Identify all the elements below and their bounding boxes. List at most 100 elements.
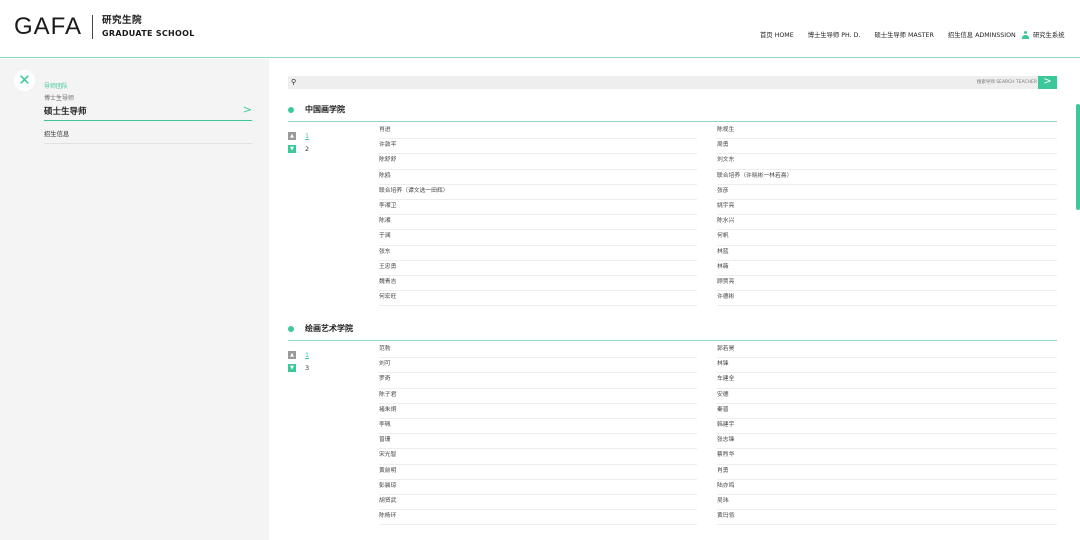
scrollbar[interactable]: [1076, 104, 1080, 210]
table-row: 联合培养（谭文选一田辉） 张彦: [379, 185, 1057, 200]
teacher-name[interactable]: 肖勇: [717, 465, 1057, 480]
pager: ▲ 1 ▼ 2: [288, 129, 318, 155]
logo-en: GRADUATE SCHOOL: [102, 29, 195, 38]
teacher-name[interactable]: 黄前明: [379, 465, 697, 480]
teacher-name[interactable]: 褚朱炯: [379, 404, 697, 419]
sidebar-item-admission[interactable]: 招生信息: [44, 129, 252, 144]
teacher-name[interactable]: 陈子君: [379, 389, 697, 404]
teacher-name[interactable]: 魏青吉: [379, 276, 697, 292]
teacher-name[interactable]: 黄玛瓴: [717, 510, 1057, 526]
page-number[interactable]: 1: [305, 351, 309, 359]
teacher-name[interactable]: 安德: [717, 389, 1057, 404]
teacher-name[interactable]: 曾珊: [379, 434, 697, 450]
table-row: 胡贤武 吴玮: [379, 495, 1057, 511]
sidebar-item-phd[interactable]: 博士生导师: [44, 93, 252, 102]
teacher-name[interactable]: 韩建宇: [717, 419, 1057, 435]
nav-phd[interactable]: 博士生导师 PH. D.: [808, 30, 861, 39]
department-name: 中国画学院: [305, 105, 345, 114]
search-input[interactable]: [302, 76, 1037, 89]
teacher-name[interactable]: 于澜: [379, 230, 697, 246]
teacher-name[interactable]: 范勃: [379, 343, 697, 359]
teacher-name[interactable]: 李湘卫: [379, 200, 697, 216]
teacher-name[interactable]: 张志锋: [717, 434, 1057, 450]
teacher-name[interactable]: 何宏旺: [379, 291, 697, 307]
table-row: 陈杨环 黄玛瓴: [379, 510, 1057, 526]
sidebar: ✕ 导师团队 博士生导师 硕士生导师 > 招生信息: [0, 59, 269, 540]
teacher-name[interactable]: 联合培养（许晓彬一林若熹）: [717, 170, 1057, 185]
teacher-name[interactable]: 刘文东: [717, 154, 1057, 170]
teacher-name[interactable]: 张彦: [717, 185, 1057, 200]
teacher-name[interactable]: 刘可: [379, 358, 697, 374]
teacher-name[interactable]: 彭晨琼: [379, 480, 697, 495]
table-row: 陈鸥 联合培养（许晓彬一林若熹）: [379, 170, 1057, 185]
table-row: 李珮 韩建宇: [379, 419, 1057, 435]
teacher-name[interactable]: 顾贾亮: [717, 276, 1057, 292]
logo-mark: GAFA: [14, 13, 83, 40]
sidebar-heading[interactable]: 导师团队: [44, 81, 252, 90]
search-icon: ⚲: [291, 78, 297, 86]
teacher-name[interactable]: 陆亦鸣: [717, 480, 1057, 495]
table-row: 彭晨琼 陆亦鸣: [379, 480, 1057, 495]
teacher-name[interactable]: 宋光智: [379, 449, 697, 465]
teacher-name[interactable]: 陈湘: [379, 215, 697, 231]
teacher-name[interactable]: 肖进: [379, 124, 697, 140]
table-row: 许敦平 周勇: [379, 139, 1057, 155]
logo-text: 研究生院 GRADUATE SCHOOL: [102, 15, 195, 39]
table-row: 王忠勇 林薇: [379, 261, 1057, 276]
nav-admission[interactable]: 招生信息 ADMINSSION: [948, 30, 1016, 39]
teacher-name[interactable]: 联合培养（谭文选一田辉）: [379, 185, 697, 200]
teacher-name[interactable]: 陈视生: [717, 124, 1057, 140]
top-nav: 首页 HOME 博士生导师 PH. D. 硕士生导师 MASTER 招生信息 A…: [760, 30, 1016, 39]
teacher-name[interactable]: 林薇: [717, 261, 1057, 276]
page-number[interactable]: 2: [305, 145, 309, 153]
table-row: 曾珊 张志锋: [379, 434, 1057, 450]
close-icon[interactable]: ✕: [14, 70, 35, 91]
sidebar-section-team: 导师团队 博士生导师 硕士生导师 >: [44, 81, 252, 121]
teacher-name[interactable]: 张东: [379, 246, 697, 261]
pager: ▲ 1 ▼ 3: [288, 348, 318, 374]
teacher-name[interactable]: 何帆: [717, 230, 1057, 246]
teacher-name[interactable]: 陈杨环: [379, 510, 697, 526]
teacher-name[interactable]: 许德彬: [717, 291, 1057, 307]
user-system-link[interactable]: 研究生系统: [1022, 30, 1064, 39]
teacher-name[interactable]: 罗奇: [379, 373, 697, 389]
teacher-name[interactable]: 郭若昊: [717, 343, 1057, 359]
teacher-name[interactable]: 陈鸥: [379, 170, 697, 185]
teacher-name[interactable]: 秦晋: [717, 404, 1057, 419]
teacher-name[interactable]: 车建全: [717, 373, 1057, 389]
table-row: 罗奇 车建全: [379, 373, 1057, 389]
chevron-right-icon: >: [1043, 76, 1052, 87]
teacher-name[interactable]: 蔡煦华: [717, 449, 1057, 465]
table-row: 于澜 何帆: [379, 230, 1057, 246]
header: GAFA 研究生院 GRADUATE SCHOOL 首页 HOME 博士生导师 …: [0, 0, 1080, 58]
teacher-name[interactable]: 周勇: [717, 139, 1057, 155]
search-bar: ⚲ >: [288, 76, 1057, 89]
logo-cn: 研究生院: [102, 15, 143, 26]
teacher-name[interactable]: 吴玮: [717, 495, 1057, 511]
pager-row: ▼ 2: [288, 142, 318, 155]
teacher-name[interactable]: 林蓝: [717, 246, 1057, 261]
triangle-up-icon[interactable]: ▲: [288, 131, 296, 140]
teacher-name[interactable]: 林锋: [717, 358, 1057, 374]
table-row: 何宏旺 许德彬: [379, 291, 1057, 307]
nav-home[interactable]: 首页 HOME: [760, 30, 794, 39]
teacher-name[interactable]: 王忠勇: [379, 261, 697, 276]
teacher-name[interactable]: 姚宇亮: [717, 200, 1057, 216]
pager-row: ▼ 3: [288, 361, 318, 374]
page-number[interactable]: 1: [305, 132, 309, 140]
teacher-name[interactable]: 李珮: [379, 419, 697, 435]
teacher-name[interactable]: 陈水兴: [717, 215, 1057, 231]
nav-master[interactable]: 硕士生导师 MASTER: [874, 30, 933, 39]
triangle-down-icon[interactable]: ▼: [288, 363, 296, 372]
table-row: 陈湘 陈水兴: [379, 215, 1057, 231]
sidebar-item-master[interactable]: 硕士生导师 >: [44, 104, 252, 121]
teacher-name[interactable]: 胡贤武: [379, 495, 697, 511]
triangle-up-icon[interactable]: ▲: [288, 350, 296, 359]
teacher-name[interactable]: 许敦平: [379, 139, 697, 155]
teacher-name[interactable]: 陈舒舒: [379, 154, 697, 170]
triangle-down-icon[interactable]: ▼: [288, 144, 296, 153]
page-number[interactable]: 3: [305, 364, 309, 372]
bullet-dot: [288, 325, 294, 332]
search-submit-button[interactable]: >: [1038, 76, 1057, 89]
logo[interactable]: GAFA 研究生院 GRADUATE SCHOOL: [14, 15, 195, 39]
